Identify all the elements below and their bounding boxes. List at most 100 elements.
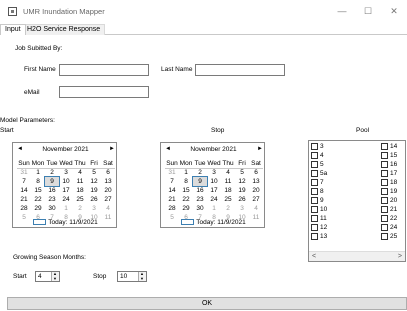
calendar-day[interactable]: 24 bbox=[207, 195, 221, 204]
calendar-day[interactable]: 22 bbox=[179, 195, 193, 204]
stepper-arrows-icon[interactable]: ▲ ▼ bbox=[138, 272, 146, 281]
calendar-day[interactable]: 21 bbox=[17, 195, 31, 204]
pool-item[interactable]: 11 bbox=[311, 215, 327, 222]
calendar-day[interactable]: 4 bbox=[73, 168, 87, 177]
pool-item[interactable]: 22 bbox=[381, 215, 397, 222]
calendar-day[interactable]: 8 bbox=[179, 177, 193, 186]
calendar-day[interactable]: 5 bbox=[87, 168, 101, 177]
calendar-day[interactable]: 6 bbox=[249, 168, 263, 177]
checkbox[interactable] bbox=[311, 179, 318, 186]
pool-item[interactable]: 24 bbox=[381, 224, 397, 231]
pool-item[interactable]: 25 bbox=[381, 233, 397, 240]
calendar-day[interactable]: 23 bbox=[45, 195, 59, 204]
checkbox[interactable] bbox=[311, 161, 318, 168]
checkbox[interactable] bbox=[381, 161, 388, 168]
pool-horizontal-scrollbar[interactable]: < > bbox=[309, 251, 405, 261]
calendar-day[interactable]: 26 bbox=[87, 195, 101, 204]
calendar-day[interactable]: 31 bbox=[17, 168, 31, 177]
checkbox[interactable] bbox=[381, 233, 388, 240]
season-start-value[interactable]: 4 bbox=[38, 273, 42, 280]
scroll-left-icon[interactable]: < bbox=[312, 253, 316, 260]
start-calendar-month[interactable]: November 2021 bbox=[13, 146, 118, 153]
calendar-day[interactable]: 21 bbox=[165, 195, 179, 204]
calendar-day[interactable]: 20 bbox=[249, 186, 263, 195]
stop-calendar[interactable]: ◄ November 2021 ► Sun Mon Tue Wed Thu Fr… bbox=[160, 142, 265, 228]
pool-item[interactable]: 12 bbox=[311, 224, 327, 231]
pool-item[interactable]: 14 bbox=[381, 143, 397, 150]
stop-calendar-month[interactable]: November 2021 bbox=[161, 146, 266, 153]
calendar-day[interactable]: 1 bbox=[179, 168, 193, 177]
calendar-day[interactable]: 3 bbox=[235, 204, 249, 213]
start-calendar-next-icon[interactable]: ► bbox=[109, 146, 115, 152]
calendar-day[interactable]: 3 bbox=[207, 168, 221, 177]
pool-item[interactable]: 19 bbox=[381, 188, 397, 195]
minimize-button[interactable]: — bbox=[331, 5, 353, 18]
calendar-day[interactable]: 8 bbox=[31, 177, 45, 186]
calendar-day[interactable]: 16 bbox=[193, 186, 207, 195]
calendar-day[interactable]: 10 bbox=[59, 177, 73, 186]
pool-item[interactable]: 8 bbox=[311, 188, 324, 195]
calendar-day[interactable]: 16 bbox=[45, 186, 59, 195]
calendar-day[interactable]: 1 bbox=[207, 204, 221, 213]
last-name-field[interactable] bbox=[195, 64, 285, 76]
calendar-day[interactable]: 6 bbox=[101, 168, 115, 177]
checkbox[interactable] bbox=[311, 197, 318, 204]
season-stop-stepper[interactable]: 10 ▲ ▼ bbox=[117, 271, 147, 282]
pool-item[interactable]: 13 bbox=[311, 233, 327, 240]
checkbox[interactable] bbox=[381, 197, 388, 204]
stop-calendar-next-icon[interactable]: ► bbox=[257, 146, 263, 152]
checkbox[interactable] bbox=[311, 224, 318, 231]
pool-item[interactable]: 5 bbox=[311, 161, 324, 168]
calendar-day[interactable]: 23 bbox=[193, 195, 207, 204]
pool-item[interactable]: 17 bbox=[381, 170, 397, 177]
calendar-day[interactable]: 11 bbox=[73, 177, 87, 186]
calendar-day[interactable]: 11 bbox=[221, 177, 235, 186]
checkbox[interactable] bbox=[381, 170, 388, 177]
pool-item[interactable]: 15 bbox=[381, 152, 397, 159]
checkbox[interactable] bbox=[381, 188, 388, 195]
pool-item[interactable]: 18 bbox=[381, 179, 397, 186]
checkbox[interactable] bbox=[311, 188, 318, 195]
calendar-day[interactable]: 2 bbox=[193, 168, 207, 177]
calendar-day[interactable]: 2 bbox=[221, 204, 235, 213]
ok-button[interactable]: OK bbox=[7, 297, 407, 310]
pool-item[interactable]: 10 bbox=[311, 206, 327, 213]
calendar-day[interactable]: 15 bbox=[31, 186, 45, 195]
checkbox[interactable] bbox=[311, 215, 318, 222]
calendar-day[interactable]: 30 bbox=[45, 204, 59, 213]
checkbox[interactable] bbox=[311, 143, 318, 150]
calendar-day[interactable]: 18 bbox=[221, 186, 235, 195]
pool-item[interactable]: 3 bbox=[311, 143, 324, 150]
calendar-day[interactable]: 29 bbox=[31, 204, 45, 213]
calendar-day[interactable]: 2 bbox=[73, 204, 87, 213]
pool-item[interactable]: 9 bbox=[311, 197, 324, 204]
start-calendar[interactable]: ◄ November 2021 ► Sun Mon Tue Wed Thu Fr… bbox=[12, 142, 117, 228]
calendar-day[interactable]: 4 bbox=[221, 168, 235, 177]
checkbox[interactable] bbox=[311, 170, 318, 177]
scroll-right-icon[interactable]: > bbox=[398, 253, 402, 260]
checkbox[interactable] bbox=[381, 224, 388, 231]
pool-item[interactable]: 20 bbox=[381, 197, 397, 204]
calendar-day[interactable]: 30 bbox=[193, 204, 207, 213]
calendar-day[interactable]: 19 bbox=[87, 186, 101, 195]
calendar-day[interactable]: 29 bbox=[179, 204, 193, 213]
calendar-day[interactable]: 28 bbox=[165, 204, 179, 213]
calendar-day[interactable]: 7 bbox=[17, 177, 31, 186]
calendar-day[interactable]: 20 bbox=[101, 186, 115, 195]
calendar-day[interactable]: 14 bbox=[165, 186, 179, 195]
pool-checklist[interactable]: 3 4 5 5a 7 8 9 10 11 12 13 14 15 16 17 1… bbox=[308, 140, 406, 262]
first-name-field[interactable] bbox=[59, 64, 149, 76]
calendar-day[interactable]: 31 bbox=[165, 168, 179, 177]
checkbox[interactable] bbox=[311, 152, 318, 159]
calendar-day[interactable]: 3 bbox=[87, 204, 101, 213]
season-start-stepper[interactable]: 4 ▲ ▼ bbox=[35, 271, 60, 282]
calendar-day[interactable]: 4 bbox=[101, 204, 115, 213]
calendar-day[interactable]: 14 bbox=[17, 186, 31, 195]
calendar-day[interactable]: 19 bbox=[235, 186, 249, 195]
calendar-day[interactable]: 1 bbox=[59, 204, 73, 213]
calendar-day[interactable]: 17 bbox=[59, 186, 73, 195]
checkbox[interactable] bbox=[311, 206, 318, 213]
pool-item[interactable]: 4 bbox=[311, 152, 324, 159]
calendar-day[interactable]: 28 bbox=[17, 204, 31, 213]
calendar-day[interactable]: 3 bbox=[59, 168, 73, 177]
